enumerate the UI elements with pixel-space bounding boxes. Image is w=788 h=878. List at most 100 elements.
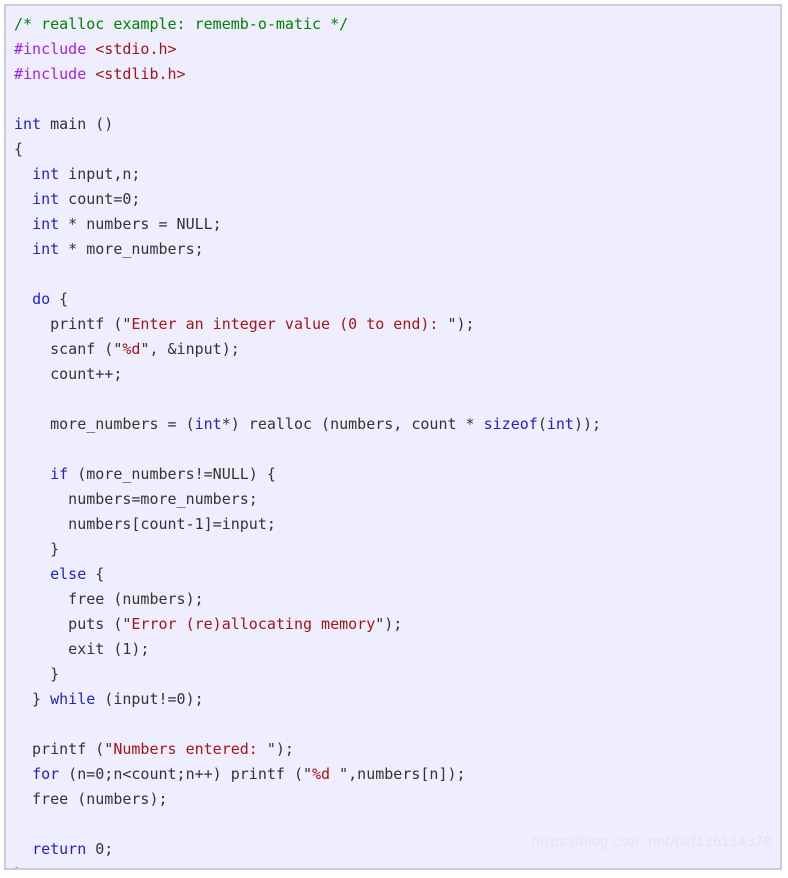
code-listing[interactable]: /* realloc example: rememb-o-matic */ #in… [6,6,780,868]
code-line: for (n=0;n<count;n++) printf ("%d ",numb… [6,762,780,787]
code-token-string: Enter an integer value (0 to end): [131,315,448,333]
code-token-plain: 0; [86,840,114,858]
code-token-plain: "); [375,615,403,633]
code-line: int * numbers = NULL; [6,212,780,237]
code-line: #include <stdio.h> [6,37,780,62]
code-token-plain: more_numbers = ( [14,415,195,433]
code-line: scanf ("%d", &input); [6,337,780,362]
code-line: printf ("Numbers entered: "); [6,737,780,762]
code-line: do { [6,287,780,312]
code-line: int count=0; [6,187,780,212]
code-token-plain: * more_numbers; [59,240,204,258]
code-token-string: Numbers entered: [113,740,267,758]
code-line: int * more_numbers; [6,237,780,262]
code-token-keyword: for [32,765,60,783]
code-line: numbers=more_numbers; [6,487,780,512]
code-token-comment: /* realloc example: rememb-o-matic */ [14,15,349,33]
code-token-plain: count=0; [59,190,141,208]
code-token-keyword: while [50,690,96,708]
code-line: int input,n; [6,162,780,187]
code-token-plain: count++; [14,365,123,383]
code-token-plain: numbers[count-1]=input; [14,515,276,533]
code-line: } [6,537,780,562]
code-token-plain: input,n; [59,165,141,183]
code-token-keyword: int [194,415,222,433]
code-line: int main () [6,112,780,137]
code-token-plain: printf (" [14,315,132,333]
code-line: { [6,137,780,162]
code-token-keyword: return [32,840,87,858]
code-token-plain: } [14,540,60,558]
code-line: /* realloc example: rememb-o-matic */ [6,12,780,37]
code-token-plain: main () [41,115,114,133]
code-token-keyword: int [32,165,60,183]
code-line: more_numbers = (int*) realloc (numbers, … [6,412,780,437]
code-token-plain: } [14,865,23,868]
code-token-keyword: int [546,415,574,433]
code-token-plain: exit (1); [14,640,150,658]
code-token-string: %d [312,765,340,783]
code-line: exit (1); [6,637,780,662]
code-line: } [6,862,780,868]
code-block: /* realloc example: rememb-o-matic */ #in… [4,4,782,870]
code-token-plain: (input!=0); [95,690,204,708]
code-line: else { [6,562,780,587]
code-token-plain: numbers=more_numbers; [14,490,258,508]
code-line: if (more_numbers!=NULL) { [6,462,780,487]
code-token-plain: ", &input); [140,340,240,358]
code-token-plain: free (numbers); [14,790,168,808]
code-line: count++; [6,362,780,387]
code-line: numbers[count-1]=input; [6,512,780,537]
code-token-header: <stdlib.h> [95,65,186,83]
code-token-preproc: #include [14,40,96,58]
code-line: } [6,662,780,687]
code-token-plain: } [14,690,51,708]
code-token-plain: printf (" [14,740,114,758]
code-token-keyword: int [14,115,42,133]
code-line: free (numbers); [6,587,780,612]
code-line: puts ("Error (re)allocating memory"); [6,612,780,637]
code-token-plain: *) realloc (numbers, count * [221,415,484,433]
code-token-keyword: else [50,565,87,583]
code-token-string: Error (re)allocating memory [131,615,376,633]
code-token-plain: ( [537,415,547,433]
code-token-plain: * numbers = NULL; [59,215,222,233]
code-token-plain: puts (" [14,615,132,633]
code-token-plain: free (numbers); [14,590,204,608]
code-token-plain: "); [266,740,294,758]
watermark-text: https://blog.csdn.net/bkf136114378 [531,835,772,850]
code-token-plain: } [14,665,60,683]
code-token-plain: { [86,565,105,583]
code-token-plain: )); [573,415,602,433]
code-token-keyword: do [32,290,51,308]
code-token-plain: ",numbers[n]); [339,765,466,783]
code-token-preproc: #include [14,65,96,83]
code-token-keyword: sizeof [483,415,538,433]
code-token-plain: scanf (" [14,340,123,358]
code-line: printf ("Enter an integer value (0 to en… [6,312,780,337]
code-token-string: %d [122,340,141,358]
code-token-plain: (more_numbers!=NULL) { [68,465,276,483]
code-line: #include <stdlib.h> [6,62,780,87]
code-token-plain: { [14,140,24,158]
code-token-keyword: if [50,465,69,483]
code-line: } while (input!=0); [6,687,780,712]
code-token-plain: (n=0;n<count;n++) printf (" [59,765,313,783]
code-token-keyword: int [32,240,60,258]
code-token-keyword: int [32,190,60,208]
